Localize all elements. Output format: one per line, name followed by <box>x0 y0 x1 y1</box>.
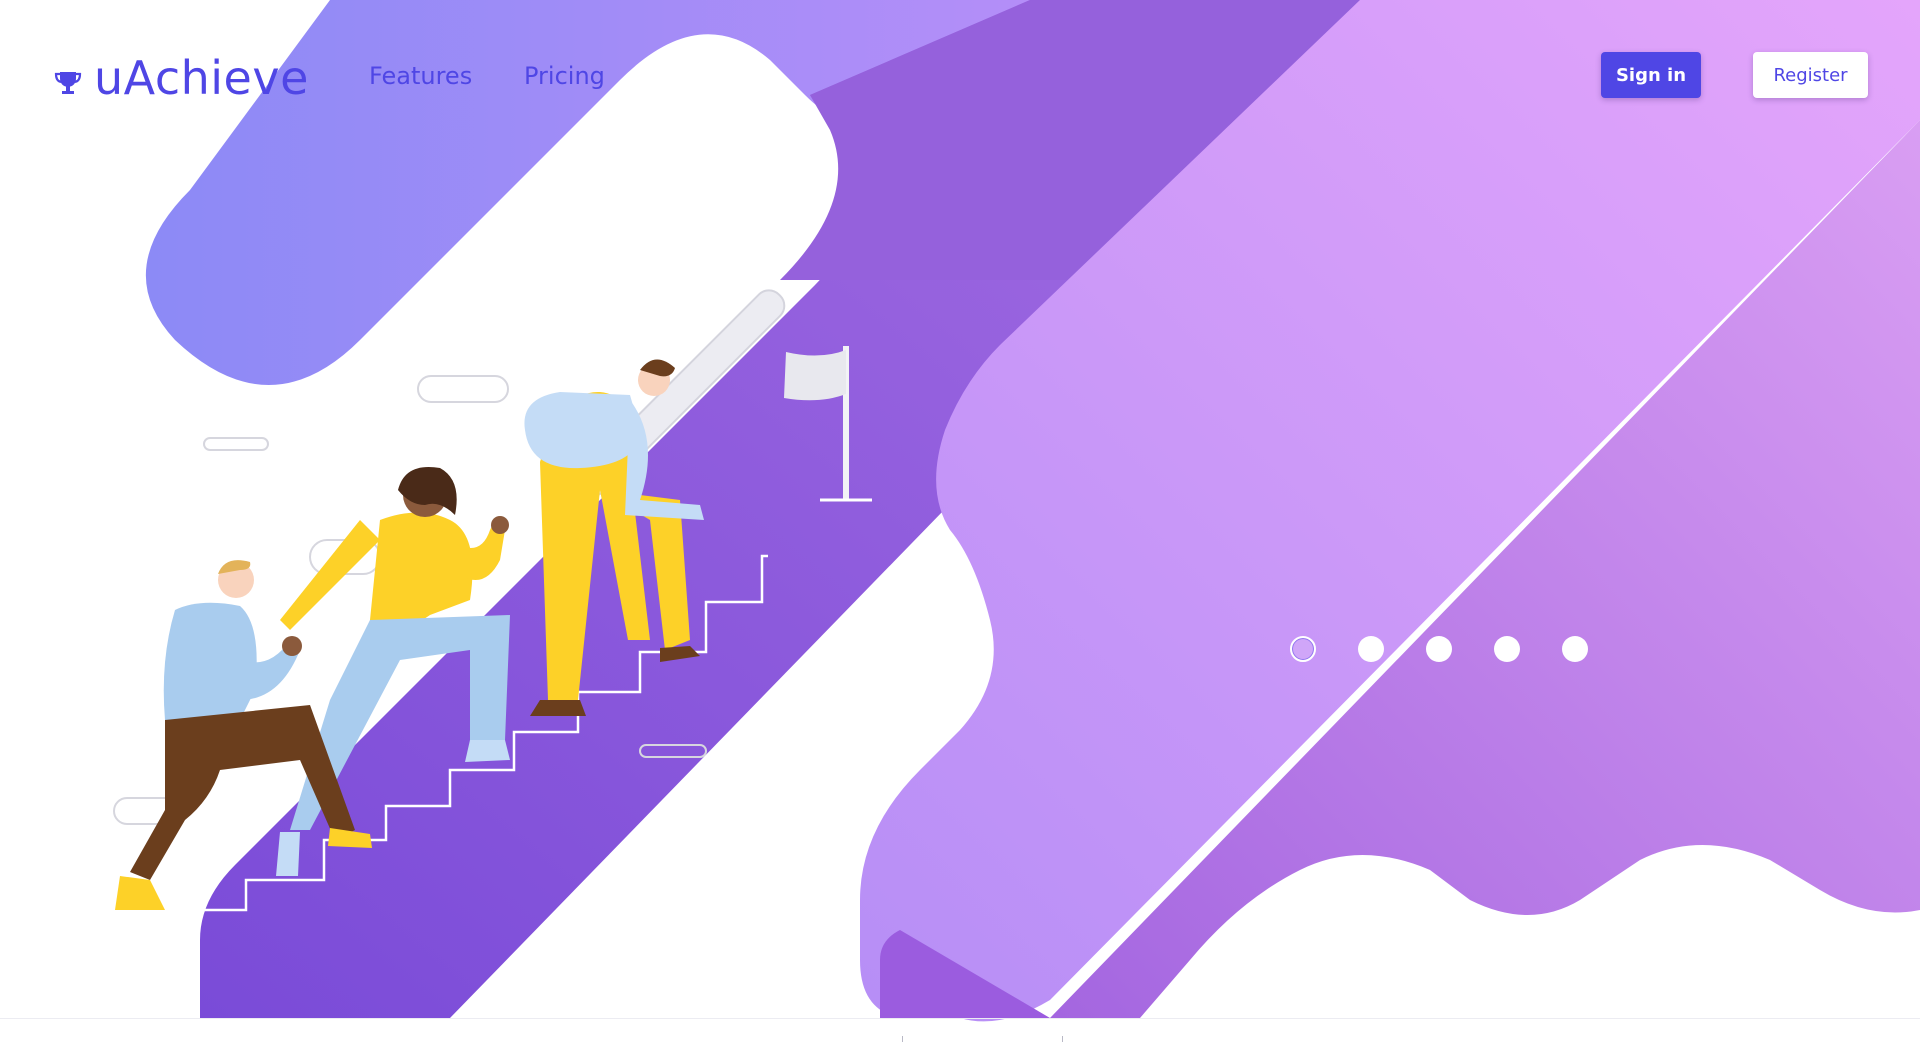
footer-divider <box>0 1018 1920 1019</box>
brand-name: uAchieve <box>94 51 309 105</box>
carousel-dot-3[interactable] <box>1426 636 1452 662</box>
landing-page: uAchieve Features Pricing Sign in Regist… <box>0 0 1920 1042</box>
top-navbar: uAchieve Features Pricing Sign in Regist… <box>0 0 1920 160</box>
register-button[interactable]: Register <box>1753 52 1868 98</box>
footer-tick <box>1062 1036 1063 1042</box>
carousel-dot-5[interactable] <box>1562 636 1588 662</box>
footer-tick <box>902 1036 903 1042</box>
carousel-dot-1[interactable] <box>1290 636 1316 662</box>
carousel-indicators <box>1290 636 1588 662</box>
carousel-dot-2[interactable] <box>1358 636 1384 662</box>
sign-in-button[interactable]: Sign in <box>1601 52 1701 98</box>
trophy-icon <box>54 72 82 94</box>
carousel-dot-4[interactable] <box>1494 636 1520 662</box>
nav-link-features[interactable]: Features <box>369 62 472 90</box>
brand-logo[interactable]: uAchieve <box>54 48 309 108</box>
nav-link-pricing[interactable]: Pricing <box>524 62 605 90</box>
